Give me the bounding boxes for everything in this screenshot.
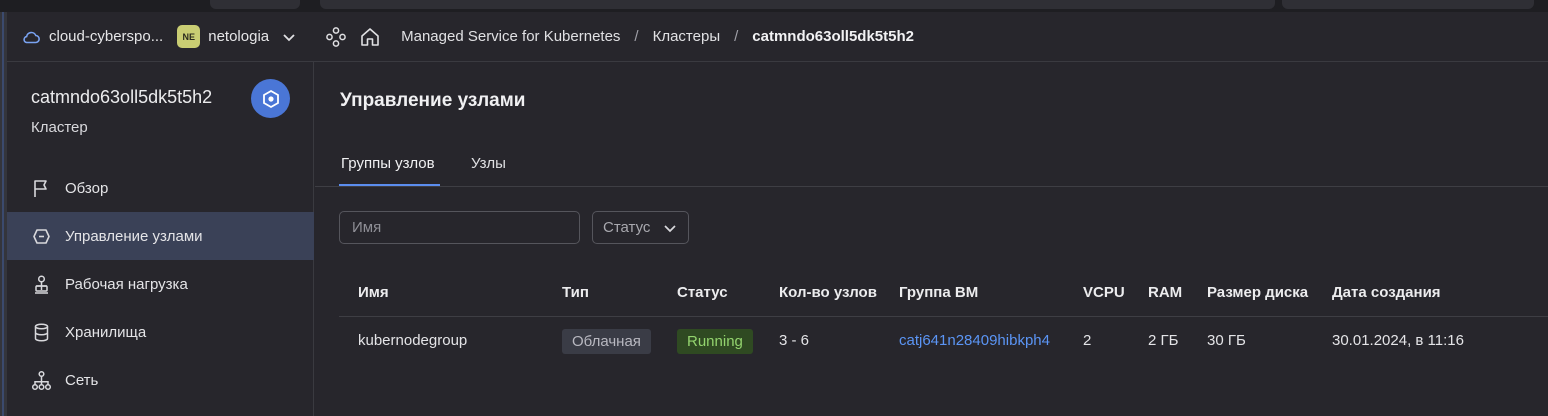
type-badge: Облачная	[562, 329, 651, 354]
column-header-disk-size[interactable]: Размер диска	[1207, 284, 1308, 301]
column-header-vm-group[interactable]: Группа ВМ	[899, 284, 978, 301]
breadcrumb: Managed Service for Kubernetes / Кластер…	[401, 28, 914, 45]
vm-group-link[interactable]: catj641n28409hibkph4	[899, 332, 1050, 349]
sidebar-item-storage[interactable]: Хранилища	[7, 308, 314, 356]
column-header-type[interactable]: Тип	[562, 284, 589, 301]
left-panel-edge	[0, 12, 7, 416]
cell-vcpu: 2	[1083, 332, 1092, 349]
breadcrumb-separator: /	[634, 28, 639, 45]
cloud-selector[interactable]: cloud-cyberspo...	[21, 19, 163, 55]
active-tab-indicator	[339, 184, 440, 186]
status-badge: Running	[677, 329, 753, 354]
column-header-vcpu[interactable]: VCPU	[1083, 284, 1125, 301]
folder-badge: NE	[177, 25, 201, 48]
column-header-name[interactable]: Имя	[358, 284, 389, 301]
browser-toolbar-fragment	[210, 0, 300, 9]
node-management-icon	[33, 228, 50, 244]
sidebar-nav: Обзор Управление узлами Рабочая нагрузка…	[7, 164, 314, 404]
flag-icon	[34, 179, 47, 197]
table-row[interactable]: kubernodegroup Облачная Running 3 - 6 ca…	[339, 317, 1548, 367]
browser-search-bar[interactable]	[1282, 0, 1534, 9]
tab-node-groups[interactable]: Группы узлов	[341, 155, 435, 172]
cell-disk-size: 30 ГБ	[1207, 332, 1246, 349]
cell-name: kubernodegroup	[358, 332, 468, 349]
home-icon[interactable]	[359, 26, 381, 48]
network-icon	[31, 370, 52, 390]
chevron-down-icon[interactable]	[281, 29, 297, 45]
sidebar-item-label: Сеть	[65, 371, 99, 389]
cloud-icon	[23, 31, 40, 43]
name-filter-input[interactable]: Имя	[339, 211, 580, 244]
sidebar: catmndo63oll5dk5t5h2 Кластер Обзор Управ…	[7, 62, 314, 416]
sidebar-item-label: Обзор	[65, 179, 109, 197]
breadcrumb-current-cluster: catmndo63oll5dk5t5h2	[752, 28, 914, 45]
cluster-name: catmndo63oll5dk5t5h2	[31, 87, 213, 107]
status-filter-label: Статус	[603, 219, 651, 236]
column-header-ram[interactable]: RAM	[1148, 284, 1182, 301]
services-icon[interactable]	[325, 26, 347, 48]
breadcrumb-clusters[interactable]: Кластеры	[653, 28, 721, 45]
status-filter-select[interactable]: Статус	[592, 211, 689, 244]
sidebar-item-label: Хранилища	[65, 323, 147, 341]
cell-created: 30.01.2024, в 11:16	[1332, 332, 1464, 349]
sidebar-item-label: Рабочая нагрузка	[65, 275, 188, 293]
workload-icon	[35, 274, 48, 294]
top-header: cloud-cyberspo... NE netologia Managed S…	[7, 12, 1548, 62]
main-content: Управление узлами Группы узлов Узлы Имя …	[315, 62, 1548, 416]
breadcrumb-service[interactable]: Managed Service for Kubernetes	[401, 28, 620, 45]
sidebar-item-node-management[interactable]: Управление узлами	[7, 212, 314, 260]
browser-chrome-strip	[0, 0, 1548, 12]
column-header-created[interactable]: Дата создания	[1332, 284, 1441, 301]
cloud-name: cloud-cyberspo...	[49, 28, 164, 45]
node-groups-table: Имя Тип Статус Кол-во узлов Группа ВМ VC…	[339, 268, 1548, 367]
cell-ram: 2 ГБ	[1148, 332, 1179, 349]
tab-nodes[interactable]: Узлы	[471, 155, 506, 172]
browser-address-bar[interactable]	[320, 0, 1275, 9]
sidebar-item-workload[interactable]: Рабочая нагрузка	[7, 260, 314, 308]
name-filter-placeholder: Имя	[352, 219, 382, 236]
cluster-subtitle: Кластер	[31, 119, 88, 136]
kubernetes-logo-icon	[251, 79, 290, 118]
sidebar-item-overview[interactable]: Обзор	[7, 164, 314, 212]
column-header-status[interactable]: Статус	[677, 284, 728, 301]
tabs: Группы узлов Узлы	[315, 142, 1548, 187]
chevron-down-icon	[664, 224, 676, 232]
folder-selector[interactable]: NE netologia	[177, 25, 297, 48]
cell-node-count: 3 - 6	[779, 332, 810, 349]
breadcrumb-separator: /	[734, 28, 739, 45]
page-title: Управление узлами	[340, 90, 526, 111]
sidebar-item-label: Управление узлами	[65, 227, 203, 245]
database-icon	[34, 322, 49, 342]
table-header: Имя Тип Статус Кол-во узлов Группа ВМ VC…	[339, 268, 1548, 317]
sidebar-item-network[interactable]: Сеть	[7, 356, 314, 404]
column-header-node-count[interactable]: Кол-во узлов	[779, 284, 877, 301]
folder-name: netologia	[208, 28, 270, 45]
